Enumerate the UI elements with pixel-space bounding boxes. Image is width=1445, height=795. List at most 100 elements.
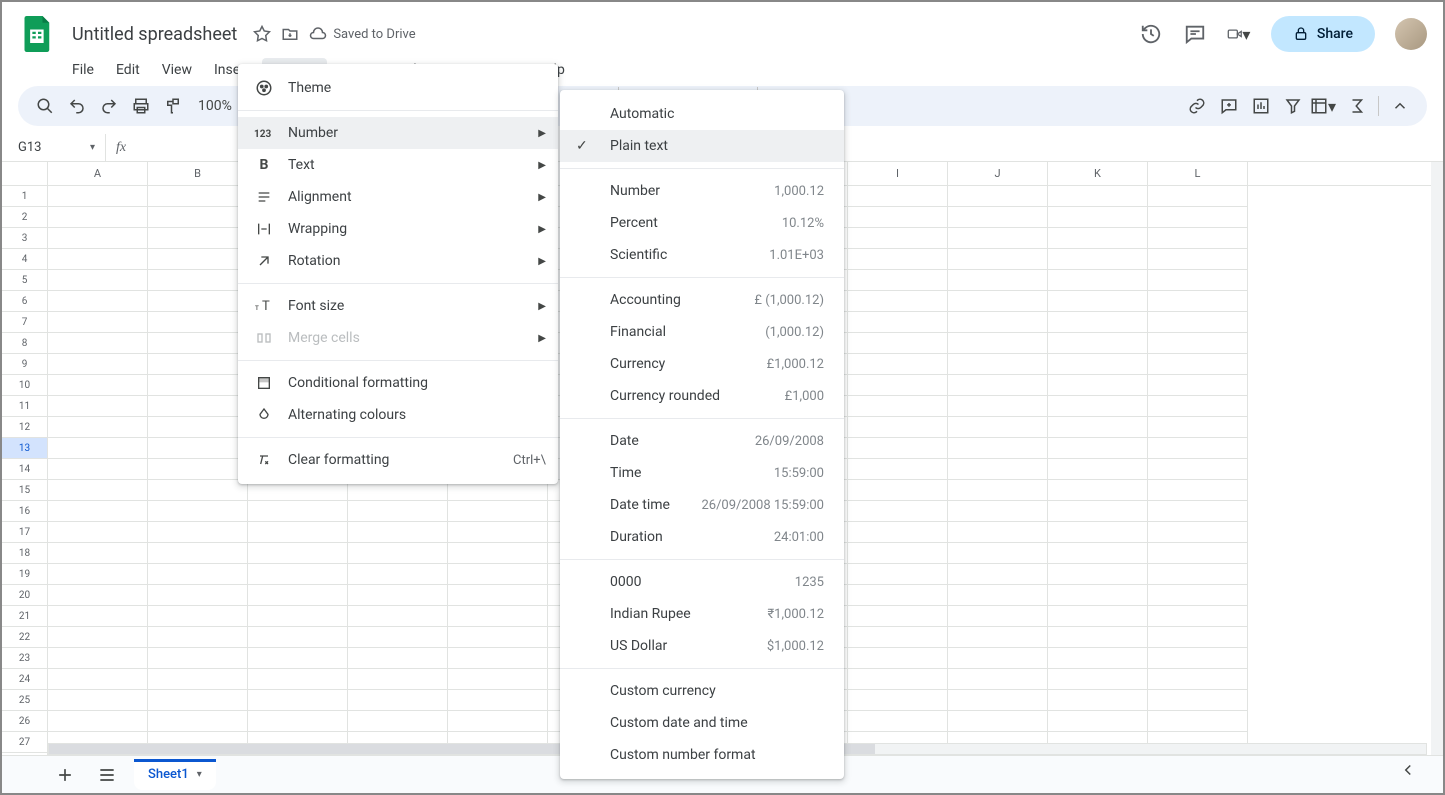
name-box[interactable]: G13▾ [2,134,106,161]
format-indian-rupee[interactable]: Indian Rupee₹1,000.12 [560,598,844,630]
cell[interactable] [948,627,1048,648]
cell[interactable] [248,606,348,627]
cell[interactable] [148,648,248,669]
search-menus-icon[interactable] [30,91,60,121]
cell[interactable] [448,606,548,627]
cell[interactable] [148,669,248,690]
cell[interactable] [948,270,1048,291]
cell[interactable] [48,669,148,690]
cell[interactable] [48,564,148,585]
cell[interactable] [148,291,248,312]
cell[interactable] [848,354,948,375]
cell[interactable] [348,669,448,690]
menu-alternating-colours[interactable]: Alternating colours [238,399,558,431]
cell[interactable] [148,690,248,711]
format-percent[interactable]: Percent10.12% [560,207,844,239]
cell[interactable] [1148,585,1248,606]
format-custom-currency[interactable]: Custom currency [560,675,844,707]
format-plain-text[interactable]: ✓Plain text [560,130,844,162]
cell[interactable] [1148,207,1248,228]
row-header[interactable]: 12 [2,417,48,438]
cell[interactable] [448,627,548,648]
cell[interactable] [1048,249,1148,270]
cell[interactable] [148,564,248,585]
cell[interactable] [1148,312,1248,333]
cell[interactable] [848,585,948,606]
cell[interactable] [48,270,148,291]
cell[interactable] [1048,270,1148,291]
cell[interactable] [448,564,548,585]
format-0000[interactable]: 00001235 [560,566,844,598]
cell[interactable] [948,396,1048,417]
cell[interactable] [148,186,248,207]
cell[interactable] [48,291,148,312]
cell[interactable] [1048,627,1148,648]
cell[interactable] [148,711,248,732]
cell[interactable] [48,354,148,375]
cell[interactable] [948,690,1048,711]
cell[interactable] [948,585,1048,606]
cell[interactable] [848,228,948,249]
row-header[interactable]: 24 [2,669,48,690]
cell[interactable] [1148,333,1248,354]
cell[interactable] [848,711,948,732]
cell[interactable] [1148,291,1248,312]
cell[interactable] [1048,207,1148,228]
cell[interactable] [1048,711,1148,732]
row-header[interactable]: 3 [2,228,48,249]
cell[interactable] [448,711,548,732]
cell[interactable] [48,249,148,270]
cell[interactable] [148,354,248,375]
cell[interactable] [948,228,1048,249]
cell[interactable] [1048,501,1148,522]
cell[interactable] [48,501,148,522]
cell[interactable] [48,690,148,711]
cell[interactable] [848,417,948,438]
cell[interactable] [848,627,948,648]
cell[interactable] [448,522,548,543]
link-icon[interactable] [1182,91,1212,121]
cell[interactable] [1148,417,1248,438]
cell[interactable] [1048,354,1148,375]
cell[interactable] [248,690,348,711]
cell[interactable] [1048,480,1148,501]
cell[interactable] [1148,606,1248,627]
cell[interactable] [248,564,348,585]
cell[interactable] [1048,417,1148,438]
insert-chart-icon[interactable] [1246,91,1276,121]
cell[interactable] [848,375,948,396]
cell[interactable] [1048,396,1148,417]
row-header[interactable]: 1 [2,186,48,207]
cell[interactable] [848,333,948,354]
row-header[interactable]: 25 [2,690,48,711]
cell[interactable] [1148,270,1248,291]
cell[interactable] [1048,690,1148,711]
cell[interactable] [848,669,948,690]
cell[interactable] [848,312,948,333]
cell[interactable] [1148,564,1248,585]
cell[interactable] [948,522,1048,543]
cell[interactable] [348,501,448,522]
format-currency[interactable]: Currency£1,000.12 [560,348,844,380]
cell[interactable] [148,417,248,438]
menu-file[interactable]: File [62,58,104,82]
row-header[interactable]: 26 [2,711,48,732]
cell[interactable] [1048,669,1148,690]
cell[interactable] [848,522,948,543]
undo-icon[interactable] [62,91,92,121]
row-header[interactable]: 5 [2,270,48,291]
cell[interactable] [948,480,1048,501]
cell[interactable] [948,291,1048,312]
cell[interactable] [1148,375,1248,396]
cell[interactable] [248,711,348,732]
cell[interactable] [1148,690,1248,711]
cell[interactable] [348,606,448,627]
row-header[interactable]: 2 [2,207,48,228]
cell[interactable] [48,312,148,333]
cell[interactable] [248,627,348,648]
format-us-dollar[interactable]: US Dollar$1,000.12 [560,630,844,662]
cell[interactable] [148,543,248,564]
cell[interactable] [848,648,948,669]
cell[interactable] [348,627,448,648]
format-date[interactable]: Date26/09/2008 [560,425,844,457]
